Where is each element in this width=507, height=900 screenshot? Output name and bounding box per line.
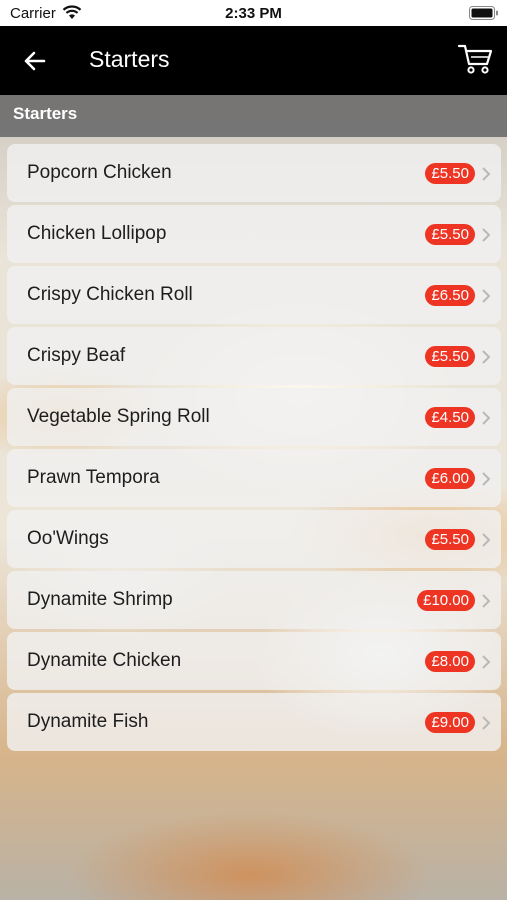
item-name: Prawn Tempora [27, 467, 160, 488]
menu-item[interactable]: Oo'Wings £5.50 [7, 510, 501, 568]
chevron-right-icon [482, 167, 491, 181]
chevron-right-icon [482, 289, 491, 303]
chevron-right-icon [482, 594, 491, 608]
price-badge: £6.50 [425, 285, 475, 306]
price-badge: £4.50 [425, 407, 475, 428]
menu-item[interactable]: Chicken Lollipop £5.50 [7, 205, 501, 263]
chevron-right-icon [482, 228, 491, 242]
item-name: Dynamite Chicken [27, 650, 182, 671]
item-name: Vegetable Spring Roll [27, 406, 210, 427]
section-header: Starters [0, 95, 507, 137]
price-badge: £8.00 [425, 651, 475, 672]
item-name: Chicken Lollipop [27, 223, 167, 244]
chevron-right-icon [482, 716, 491, 730]
price-badge: £5.50 [425, 346, 475, 367]
menu-item[interactable]: Popcorn Chicken £5.50 [7, 144, 501, 202]
price-badge: £6.00 [425, 468, 475, 489]
menu-item[interactable]: Dynamite Shrimp £10.00 [7, 571, 501, 629]
cart-icon[interactable] [457, 42, 493, 76]
menu-item[interactable]: Dynamite Fish £9.00 [7, 693, 501, 751]
menu-item-list: Popcorn Chicken £5.50 Chicken Lollipop £… [7, 144, 501, 754]
price-badge: £5.50 [425, 529, 475, 550]
price-badge: £9.00 [425, 712, 475, 733]
navigation-bar: Starters [0, 26, 507, 95]
chevron-right-icon [482, 472, 491, 486]
arrow-left-icon[interactable] [20, 46, 50, 76]
battery-icon [469, 6, 498, 20]
clock: 2:33 PM [225, 5, 282, 22]
menu-item[interactable]: Prawn Tempora £6.00 [7, 449, 501, 507]
item-name: Popcorn Chicken [27, 162, 172, 183]
item-name: Crispy Chicken Roll [27, 284, 193, 305]
menu-item[interactable]: Crispy Beaf £5.50 [7, 327, 501, 385]
chevron-right-icon [482, 533, 491, 547]
item-name: Oo'Wings [27, 528, 109, 549]
chevron-right-icon [482, 350, 491, 364]
item-name: Dynamite Fish [27, 711, 149, 732]
price-badge: £5.50 [425, 224, 475, 245]
price-badge: £5.50 [425, 163, 475, 184]
chevron-right-icon [482, 655, 491, 669]
status-bar: Carrier 2:33 PM [0, 0, 507, 26]
chevron-right-icon [482, 411, 491, 425]
item-name: Crispy Beaf [27, 345, 126, 366]
section-title: Starters [13, 104, 78, 123]
menu-item[interactable]: Vegetable Spring Roll £4.50 [7, 388, 501, 446]
item-name: Dynamite Shrimp [27, 589, 173, 610]
menu-item[interactable]: Dynamite Chicken £8.00 [7, 632, 501, 690]
menu-item[interactable]: Crispy Chicken Roll £6.50 [7, 266, 501, 324]
price-badge: £10.00 [417, 590, 475, 611]
page-title: Starters [89, 46, 170, 72]
